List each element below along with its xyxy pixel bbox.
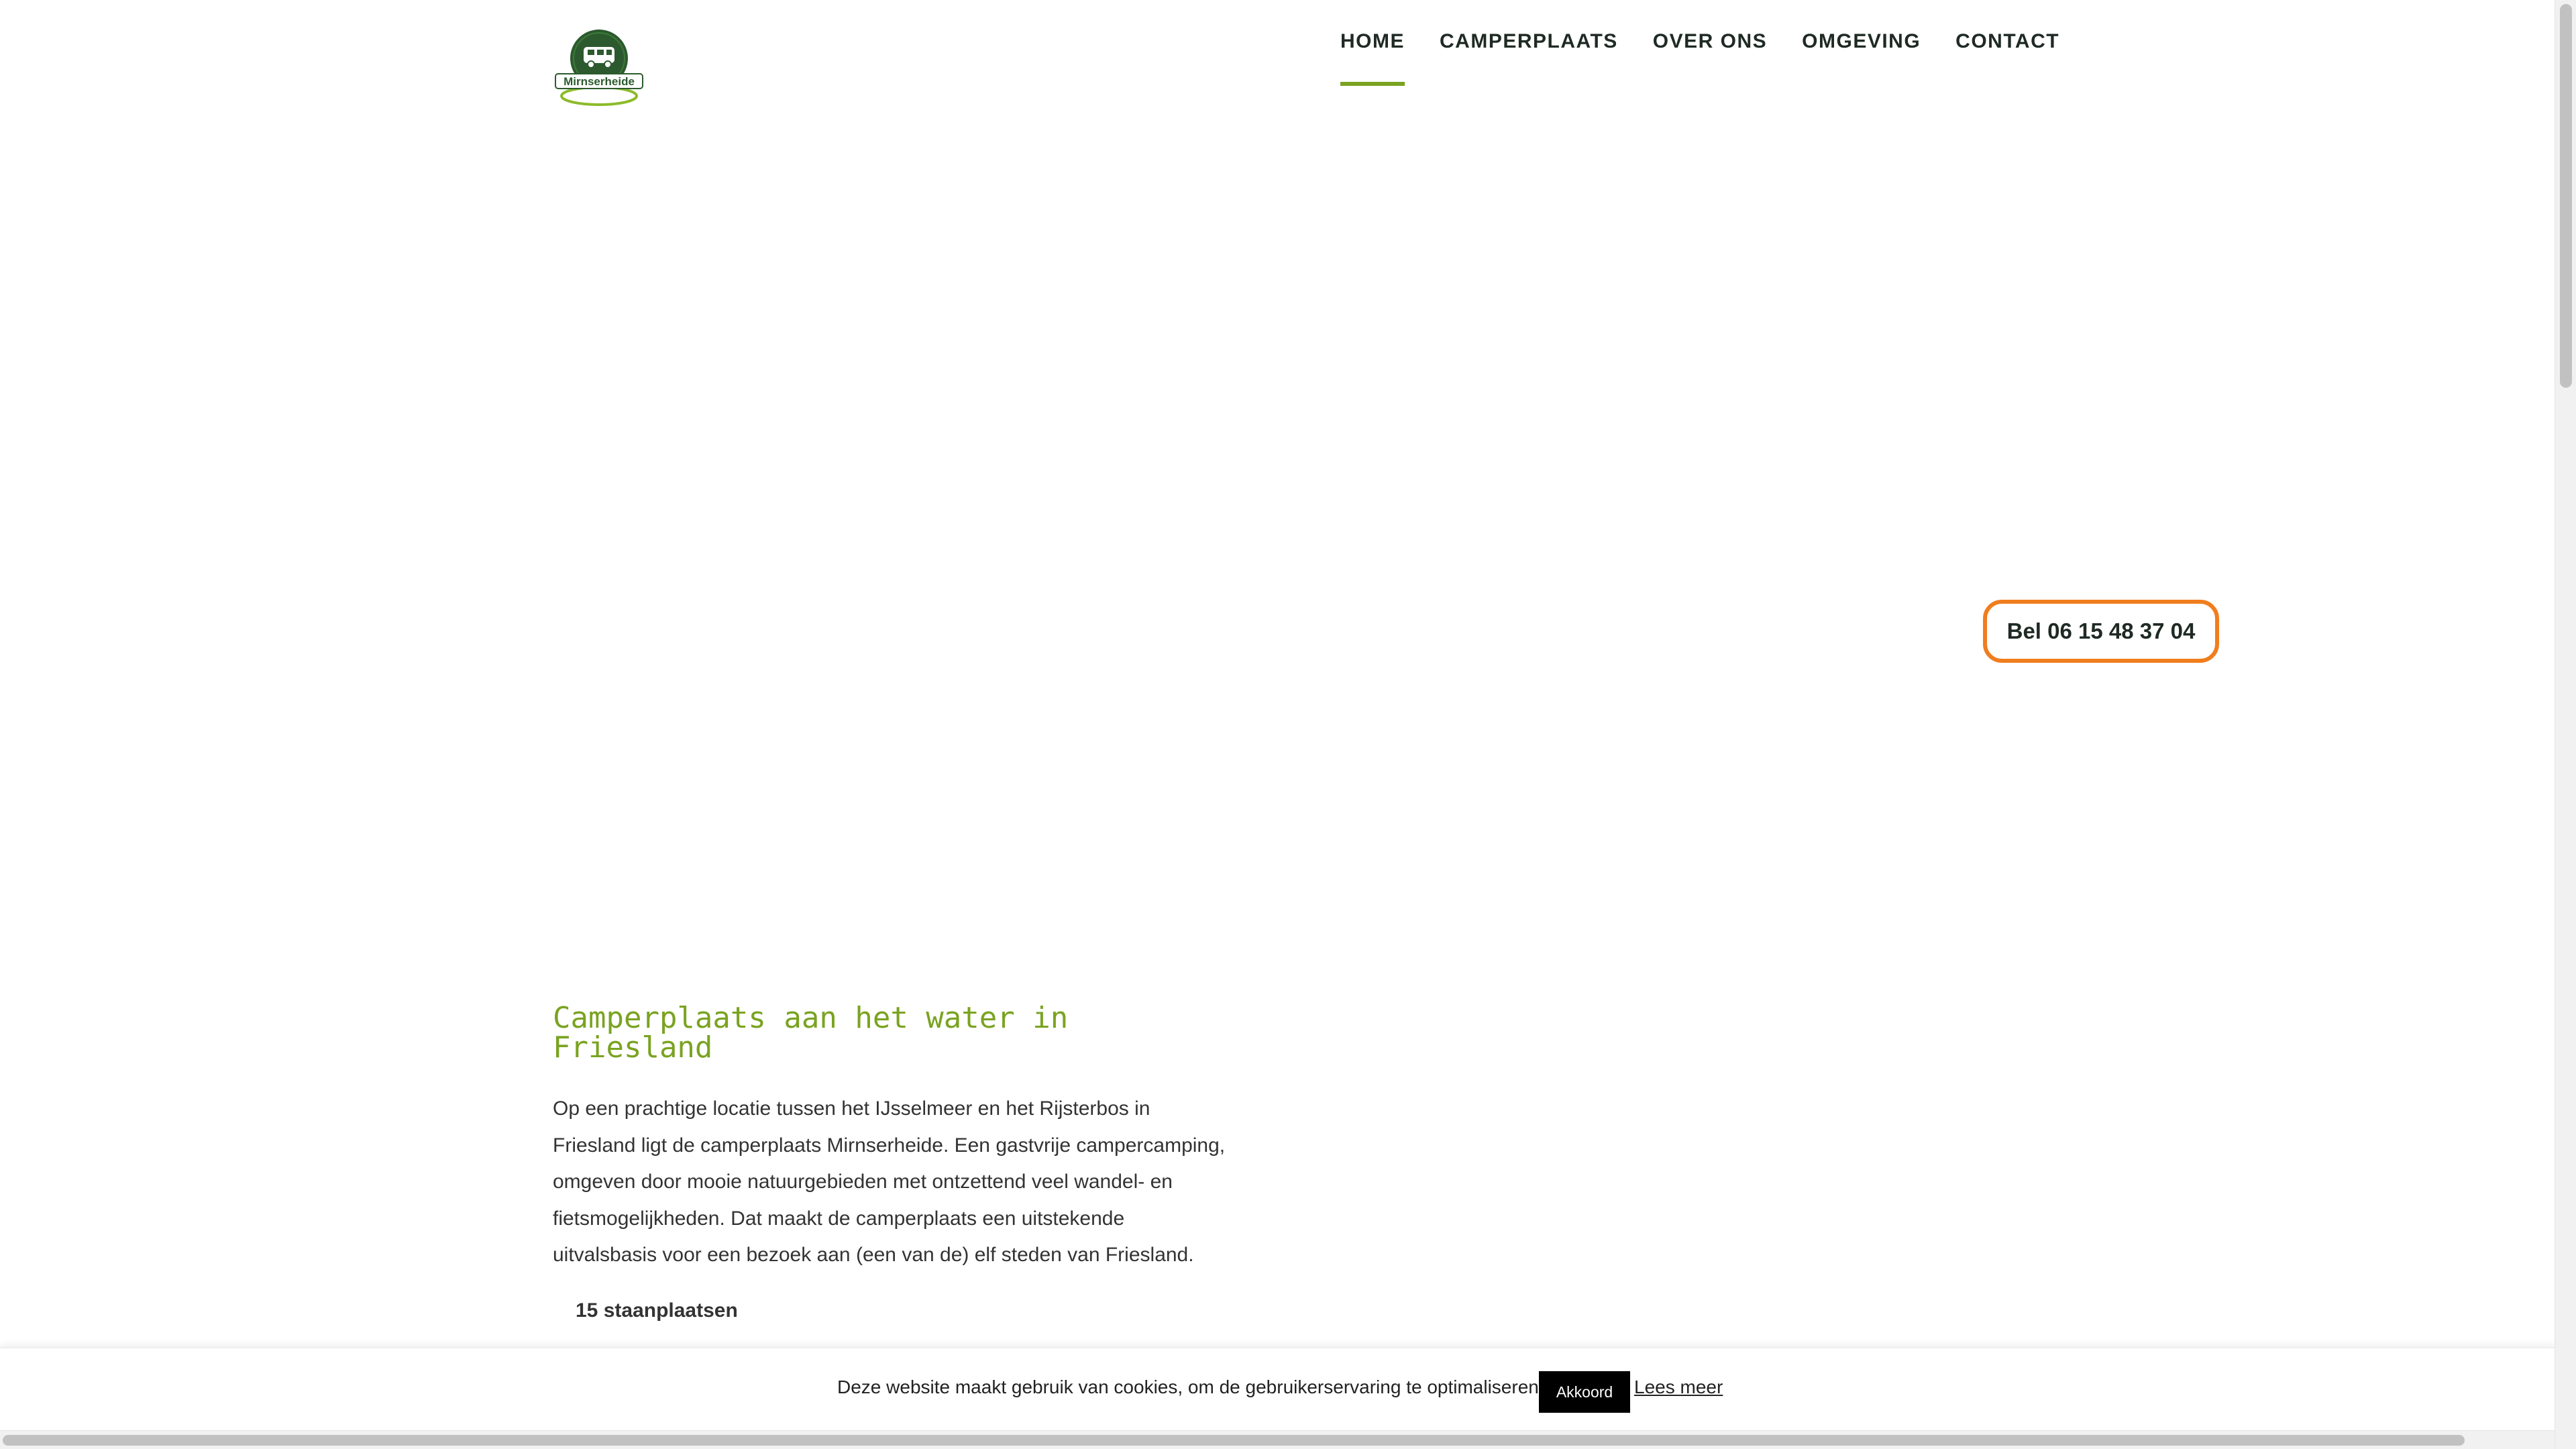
page: Mirnserheide HOME CAMPERPLAATS OVER ONS … [0, 0, 2576, 1449]
cookie-bar: Deze website maakt gebruik van cookies, … [0, 1347, 2555, 1432]
vertical-scrollbar[interactable] [2555, 0, 2576, 1449]
site-logo[interactable]: Mirnserheide [554, 27, 644, 109]
camper-van-icon: Mirnserheide [555, 30, 643, 106]
intro-paragraph: Op een prachtige locatie tussen het IJss… [553, 1097, 1226, 1266]
list-item: 15 staanplaatsen [576, 1299, 738, 1322]
cookie-accept-button[interactable]: Akkoord [1539, 1371, 1630, 1413]
main-navigation: HOME CAMPERPLAATS OVER ONS OMGEVING CONT… [1340, 25, 2059, 86]
horizontal-scrollbar-thumb[interactable] [3, 1435, 2465, 1446]
horizontal-scrollbar[interactable] [0, 1430, 2555, 1449]
nav-item-omgeving[interactable]: OMGEVING [1802, 25, 1921, 86]
page-title: Camperplaats aan het water in Friesland [553, 1001, 1069, 1065]
features-list: 15 staanplaatsen [553, 1294, 1237, 1328]
cookie-message: Deze website maakt gebruik van cookies, … [837, 1377, 1544, 1397]
vertical-scrollbar-thumb[interactable] [2560, 4, 2572, 388]
nav-item-home[interactable]: HOME [1340, 25, 1405, 86]
cookie-read-more-link[interactable]: Lees meer [1634, 1377, 1723, 1398]
nav-item-camperplaats[interactable]: CAMPERPLAATS [1440, 25, 1618, 86]
nav-item-contact[interactable]: CONTACT [1955, 25, 2059, 86]
main-content: Camperplaats aan het water in Friesland … [553, 1004, 1237, 1328]
logo-text: Mirnserheide [564, 75, 635, 88]
nav-item-over-ons[interactable]: OVER ONS [1653, 25, 1767, 86]
call-button[interactable]: Bel 06 15 48 37 04 [1983, 600, 2219, 663]
